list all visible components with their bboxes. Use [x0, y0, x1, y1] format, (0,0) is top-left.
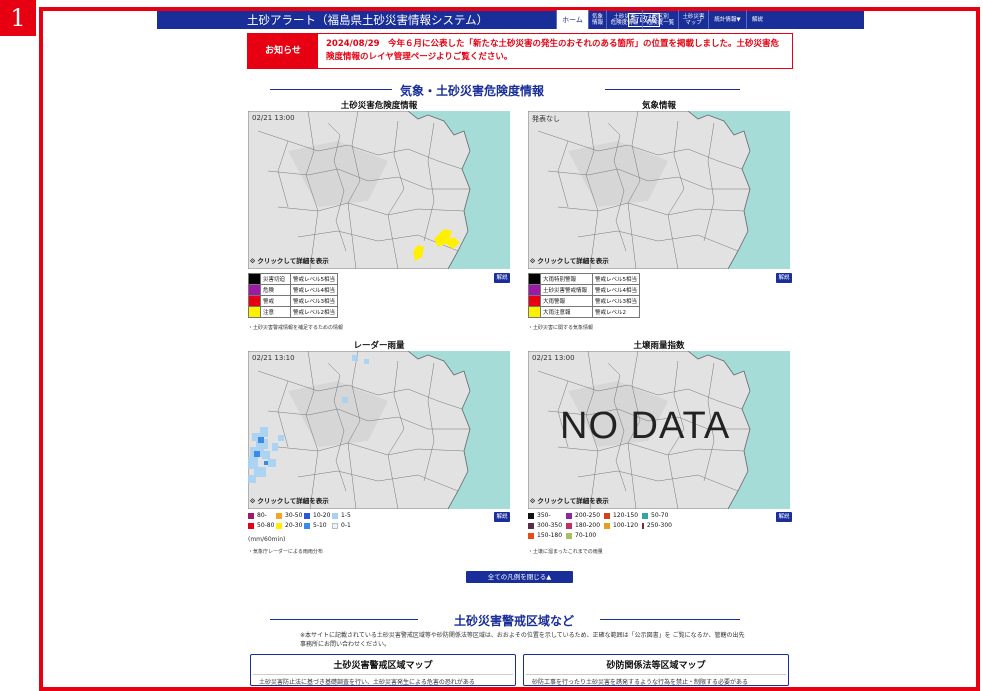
weather-legend: 大雨特別警報 警戒レベル5相当 土砂災害警戒情報 警戒レベル4相当 大雨警報 警戒レベル3… [528, 273, 640, 318]
soil-map[interactable]: 02/21 13:00 NO DATA ⟐ クリックして詳細を表示 [528, 351, 790, 509]
legend-item: 120-150 [604, 512, 642, 519]
weather-title: 気象情報 [641, 101, 676, 111]
weather-map[interactable]: 発表なし ⟐ クリックして詳細を表示 [528, 111, 790, 269]
legend-item: 150-180 [528, 532, 566, 539]
legend-row: 大雨特別警報 警戒レベル5相当 [528, 273, 640, 285]
legend-item: 50-70 [642, 512, 672, 519]
legend-swatch [248, 284, 261, 296]
section-heading-weather: 気象・土砂災害危険度情報 [270, 82, 740, 98]
legend-item: 5-10 [304, 522, 332, 529]
card-title: 土砂災害警戒区域マップ [333, 661, 433, 671]
legend-item: 300-350 [528, 522, 566, 529]
legend-item: 250-300 [642, 522, 672, 529]
risk-legend: 災害切迫 警戒レベル5相当 危険 警戒レベル4相当 警戒 警戒レベル3相当 注意 警戒レベル2… [248, 273, 338, 318]
global-nav: ホーム 気象 情報 土砂災害 危険度情報 地区別 危険度一覧 土砂災害 マップ 統計情報▼… [556, 10, 768, 29]
timestamp: 02/21 13:00 [532, 354, 575, 362]
detail-link[interactable]: ⟐ クリックして詳細を表示 [250, 255, 329, 266]
legend-swatch [528, 295, 541, 307]
notice-label: お知らせ [248, 34, 318, 68]
legend-item: 80- [248, 512, 276, 519]
legend-item: 180-200 [566, 522, 604, 529]
notice-box: お知らせ 2024/08/29 今年６月に公表した「新たな土砂災害の発生のおそれ… [247, 33, 793, 69]
map-base [528, 111, 751, 269]
legend-item: 100-120 [604, 522, 642, 529]
close-all-legends-button[interactable]: 全ての凡例を閉じる▲ [466, 571, 573, 583]
radar-title: レーダー雨量 [353, 341, 405, 351]
timestamp: 02/21 13:10 [252, 354, 295, 362]
legend-item: 70-100 [566, 532, 604, 539]
legend-swatch [528, 306, 541, 318]
detail-link[interactable]: ⟐ クリックして詳細を表示 [530, 255, 609, 266]
nav-item-3[interactable]: 地区別 危険度一覧 [642, 10, 678, 29]
section-title: 気象・土砂災害危険度情報 [400, 84, 545, 98]
risk-warning-cells [413, 229, 460, 261]
legend-item: 200-250 [566, 512, 604, 519]
nav-item-0[interactable]: ホーム [556, 10, 588, 29]
timestamp: 02/21 13:00 [252, 114, 295, 122]
legend-note: ・土砂災害警戒情報を補足するための情報 [248, 325, 344, 331]
card-text: 土砂災害防止法に基づき基礎調査を行い、土砂災害発生による危害の恐れがある [259, 679, 475, 686]
detail-link[interactable]: ⟐ クリックして詳細を表示 [530, 495, 609, 506]
help-button[interactable]: 解説 [494, 273, 510, 283]
risk-title: 土砂災害危険度情報 [340, 101, 418, 111]
legend-row: 注意 警戒レベル2相当 [248, 306, 338, 318]
legend-row: 土砂災害警戒情報 警戒レベル4相当 [528, 284, 640, 296]
legend-note: ・気象庁レーダーによる雨雨分布 [248, 549, 323, 555]
legend-row: 災害切迫 警戒レベル5相当 [248, 273, 338, 285]
legend-row: 危険 警戒レベル4相当 [248, 284, 338, 296]
legend-item: 30-50 [276, 512, 304, 519]
legend-row: 大雨警報 警戒レベル3相当 [528, 295, 640, 307]
legend-swatch [528, 273, 541, 285]
legend-item: 350- [528, 512, 566, 519]
timestamp: 発表なし [532, 115, 560, 123]
legend-swatch [248, 295, 261, 307]
disclaimer-text: ※本サイトに記載されている土砂災害警戒区域等や砂防関係法等区域は、おおよその位置… [300, 632, 745, 648]
help-button[interactable]: 解説 [494, 512, 510, 522]
no-data-label: NO DATA [560, 405, 731, 447]
sabo-law-zone-map-card[interactable]: 砂防関係法等区域マップ 砂防工事を行ったり土砂災害を誘発するような行為を禁止・制… [523, 654, 789, 686]
radar-unit: (mm/60min) [248, 536, 286, 543]
notice-text[interactable]: 2024/08/29 今年６月に公表した「新たな土砂災害の発生のおそれのある箇所… [326, 38, 786, 64]
legend-row: 警戒 警戒レベル3相当 [248, 295, 338, 307]
nav-item-6[interactable]: 解説 [746, 10, 768, 29]
step-number-badge: 1 [0, 0, 36, 36]
soil-title: 土壌雨量指数 [633, 341, 685, 351]
soil-legend: 350- 200-250 120-150 50-70 300-350 180-200 100… [528, 512, 672, 539]
legend-row: 大雨注意報 警戒レベル2 [528, 306, 640, 318]
nav-item-5[interactable]: 統計情報▼ [708, 10, 746, 29]
legend-note: ・土壌に溜まったこれまでの雨量 [528, 549, 603, 555]
help-button[interactable]: 解説 [776, 512, 792, 522]
legend-item: 1-5 [332, 512, 356, 519]
nav-item-4[interactable]: 土砂災害 マップ [678, 10, 708, 29]
warning-zone-map-card[interactable]: 土砂災害警戒区域マップ 土砂災害防止法に基づき基礎調査を行い、土砂災害発生による… [250, 654, 516, 686]
legend-swatch [248, 273, 261, 285]
detail-link[interactable]: ⟐ クリックして詳細を表示 [250, 495, 329, 506]
nav-item-1[interactable]: 気象 情報 [588, 10, 606, 29]
legend-swatch [248, 306, 261, 318]
radar-map[interactable]: 02/21 13:10 ⟐ クリックして詳細を表示 [248, 351, 510, 509]
section-title: 土砂災害警戒区域など [454, 614, 575, 628]
nav-item-2[interactable]: 土砂災害 危険度情報 [606, 10, 642, 29]
legend-swatch [528, 284, 541, 296]
legend-item: 0-1 [332, 522, 356, 529]
legend-item: 20-30 [276, 522, 304, 529]
legend-item: 50-80 [248, 522, 276, 529]
card-text: 砂防工事を行ったり土砂災害を誘発するような行為を禁止・制限する必要がある [532, 679, 749, 686]
risk-map[interactable]: 02/21 13:00 ⟐ クリックして詳細を表示 [248, 111, 510, 269]
site-title[interactable]: 土砂アラート（福島県土砂災害情報システム） [247, 12, 488, 28]
legend-note: ・土砂災害に関する気象情報 [528, 325, 594, 331]
legend-item: 10-20 [304, 512, 332, 519]
radar-rain-cells [248, 355, 369, 483]
radar-legend: 80- 30-50 10-20 1-5 50-80 20-30 5-10 0-1 [248, 512, 356, 529]
help-button[interactable]: 解説 [776, 273, 792, 283]
section-heading-zones: 土砂災害警戒区域など [270, 612, 740, 628]
card-title: 砂防関係法等区域マップ [606, 661, 706, 671]
